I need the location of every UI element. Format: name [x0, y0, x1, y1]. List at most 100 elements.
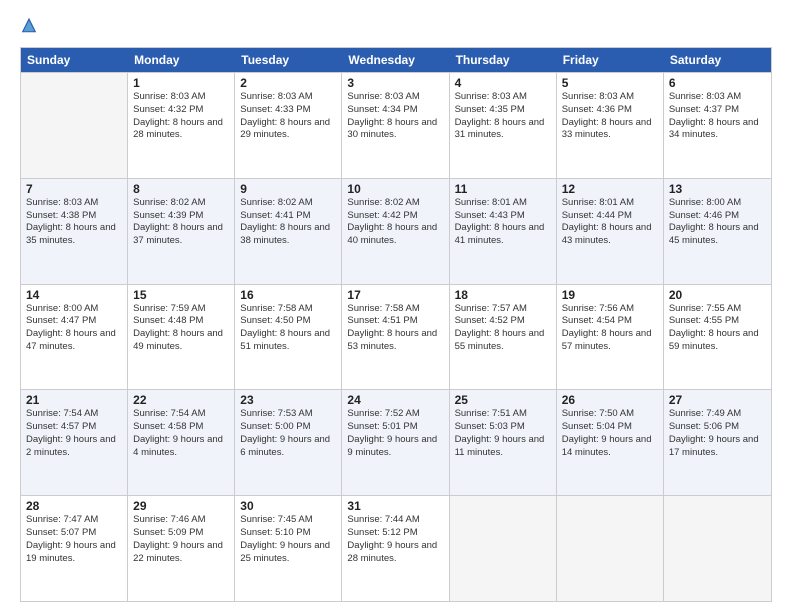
calendar-cell: 30Sunrise: 7:45 AMSunset: 5:10 PMDayligh… — [235, 496, 342, 601]
calendar-cell: 10Sunrise: 8:02 AMSunset: 4:42 PMDayligh… — [342, 179, 449, 284]
calendar-cell: 21Sunrise: 7:54 AMSunset: 4:57 PMDayligh… — [21, 390, 128, 495]
calendar-cell: 29Sunrise: 7:46 AMSunset: 5:09 PMDayligh… — [128, 496, 235, 601]
cell-info: Sunrise: 7:57 AMSunset: 4:52 PMDaylight:… — [455, 303, 551, 354]
cell-info: Sunrise: 8:03 AMSunset: 4:38 PMDaylight:… — [26, 197, 122, 248]
calendar-cell: 1Sunrise: 8:03 AMSunset: 4:32 PMDaylight… — [128, 73, 235, 178]
cell-info: Sunrise: 7:59 AMSunset: 4:48 PMDaylight:… — [133, 303, 229, 354]
calendar-cell: 2Sunrise: 8:03 AMSunset: 4:33 PMDaylight… — [235, 73, 342, 178]
header-day-wednesday: Wednesday — [342, 48, 449, 72]
calendar-cell: 14Sunrise: 8:00 AMSunset: 4:47 PMDayligh… — [21, 285, 128, 390]
cell-info: Sunrise: 7:56 AMSunset: 4:54 PMDaylight:… — [562, 303, 658, 354]
cell-date: 7 — [26, 182, 122, 196]
calendar-row-4: 21Sunrise: 7:54 AMSunset: 4:57 PMDayligh… — [21, 389, 771, 495]
cell-date: 25 — [455, 393, 551, 407]
calendar-cell: 8Sunrise: 8:02 AMSunset: 4:39 PMDaylight… — [128, 179, 235, 284]
calendar-cell: 15Sunrise: 7:59 AMSunset: 4:48 PMDayligh… — [128, 285, 235, 390]
cell-info: Sunrise: 8:03 AMSunset: 4:37 PMDaylight:… — [669, 91, 766, 142]
cell-date: 2 — [240, 76, 336, 90]
cell-date: 28 — [26, 499, 122, 513]
calendar-cell: 11Sunrise: 8:01 AMSunset: 4:43 PMDayligh… — [450, 179, 557, 284]
calendar-cell: 7Sunrise: 8:03 AMSunset: 4:38 PMDaylight… — [21, 179, 128, 284]
cell-info: Sunrise: 7:49 AMSunset: 5:06 PMDaylight:… — [669, 408, 766, 459]
cell-info: Sunrise: 8:01 AMSunset: 4:44 PMDaylight:… — [562, 197, 658, 248]
cell-date: 18 — [455, 288, 551, 302]
calendar-cell: 22Sunrise: 7:54 AMSunset: 4:58 PMDayligh… — [128, 390, 235, 495]
cell-info: Sunrise: 8:02 AMSunset: 4:42 PMDaylight:… — [347, 197, 443, 248]
cell-info: Sunrise: 8:02 AMSunset: 4:41 PMDaylight:… — [240, 197, 336, 248]
calendar-cell: 24Sunrise: 7:52 AMSunset: 5:01 PMDayligh… — [342, 390, 449, 495]
cell-info: Sunrise: 7:54 AMSunset: 4:58 PMDaylight:… — [133, 408, 229, 459]
calendar-header: SundayMondayTuesdayWednesdayThursdayFrid… — [21, 48, 771, 72]
header-day-sunday: Sunday — [21, 48, 128, 72]
calendar-row-5: 28Sunrise: 7:47 AMSunset: 5:07 PMDayligh… — [21, 495, 771, 601]
calendar-cell: 17Sunrise: 7:58 AMSunset: 4:51 PMDayligh… — [342, 285, 449, 390]
cell-date: 21 — [26, 393, 122, 407]
calendar-cell: 6Sunrise: 8:03 AMSunset: 4:37 PMDaylight… — [664, 73, 771, 178]
calendar-cell: 12Sunrise: 8:01 AMSunset: 4:44 PMDayligh… — [557, 179, 664, 284]
cell-info: Sunrise: 8:01 AMSunset: 4:43 PMDaylight:… — [455, 197, 551, 248]
cell-date: 14 — [26, 288, 122, 302]
cell-info: Sunrise: 7:44 AMSunset: 5:12 PMDaylight:… — [347, 514, 443, 565]
calendar-cell: 4Sunrise: 8:03 AMSunset: 4:35 PMDaylight… — [450, 73, 557, 178]
calendar-cell: 18Sunrise: 7:57 AMSunset: 4:52 PMDayligh… — [450, 285, 557, 390]
cell-info: Sunrise: 8:00 AMSunset: 4:47 PMDaylight:… — [26, 303, 122, 354]
cell-info: Sunrise: 7:52 AMSunset: 5:01 PMDaylight:… — [347, 408, 443, 459]
cell-info: Sunrise: 7:47 AMSunset: 5:07 PMDaylight:… — [26, 514, 122, 565]
cell-date: 15 — [133, 288, 229, 302]
cell-date: 22 — [133, 393, 229, 407]
calendar-cell: 20Sunrise: 7:55 AMSunset: 4:55 PMDayligh… — [664, 285, 771, 390]
cell-date: 31 — [347, 499, 443, 513]
cell-date: 20 — [669, 288, 766, 302]
cell-info: Sunrise: 7:51 AMSunset: 5:03 PMDaylight:… — [455, 408, 551, 459]
cell-date: 12 — [562, 182, 658, 196]
cell-date: 13 — [669, 182, 766, 196]
calendar-cell — [21, 73, 128, 178]
calendar-cell: 19Sunrise: 7:56 AMSunset: 4:54 PMDayligh… — [557, 285, 664, 390]
calendar-cell: 26Sunrise: 7:50 AMSunset: 5:04 PMDayligh… — [557, 390, 664, 495]
cell-date: 30 — [240, 499, 336, 513]
cell-date: 1 — [133, 76, 229, 90]
calendar-cell: 27Sunrise: 7:49 AMSunset: 5:06 PMDayligh… — [664, 390, 771, 495]
cell-date: 29 — [133, 499, 229, 513]
cell-date: 5 — [562, 76, 658, 90]
cell-date: 9 — [240, 182, 336, 196]
logo-icon — [20, 16, 38, 34]
header-day-friday: Friday — [557, 48, 664, 72]
logo — [20, 16, 42, 39]
cell-date: 27 — [669, 393, 766, 407]
cell-date: 17 — [347, 288, 443, 302]
cell-info: Sunrise: 8:00 AMSunset: 4:46 PMDaylight:… — [669, 197, 766, 248]
calendar-cell — [450, 496, 557, 601]
calendar-cell: 28Sunrise: 7:47 AMSunset: 5:07 PMDayligh… — [21, 496, 128, 601]
calendar-cell — [664, 496, 771, 601]
calendar-cell: 5Sunrise: 8:03 AMSunset: 4:36 PMDaylight… — [557, 73, 664, 178]
cell-date: 10 — [347, 182, 443, 196]
cell-info: Sunrise: 8:03 AMSunset: 4:33 PMDaylight:… — [240, 91, 336, 142]
calendar-cell: 25Sunrise: 7:51 AMSunset: 5:03 PMDayligh… — [450, 390, 557, 495]
header-day-saturday: Saturday — [664, 48, 771, 72]
cell-info: Sunrise: 7:45 AMSunset: 5:10 PMDaylight:… — [240, 514, 336, 565]
calendar-cell: 23Sunrise: 7:53 AMSunset: 5:00 PMDayligh… — [235, 390, 342, 495]
calendar-cell: 13Sunrise: 8:00 AMSunset: 4:46 PMDayligh… — [664, 179, 771, 284]
cell-date: 23 — [240, 393, 336, 407]
cell-date: 11 — [455, 182, 551, 196]
page: SundayMondayTuesdayWednesdayThursdayFrid… — [0, 0, 792, 612]
cell-info: Sunrise: 7:53 AMSunset: 5:00 PMDaylight:… — [240, 408, 336, 459]
calendar-row-1: 1Sunrise: 8:03 AMSunset: 4:32 PMDaylight… — [21, 72, 771, 178]
cell-date: 24 — [347, 393, 443, 407]
cell-info: Sunrise: 8:03 AMSunset: 4:32 PMDaylight:… — [133, 91, 229, 142]
cell-info: Sunrise: 8:03 AMSunset: 4:35 PMDaylight:… — [455, 91, 551, 142]
header-day-thursday: Thursday — [450, 48, 557, 72]
cell-date: 8 — [133, 182, 229, 196]
header — [20, 16, 772, 39]
calendar: SundayMondayTuesdayWednesdayThursdayFrid… — [20, 47, 772, 602]
cell-info: Sunrise: 7:58 AMSunset: 4:50 PMDaylight:… — [240, 303, 336, 354]
cell-info: Sunrise: 7:54 AMSunset: 4:57 PMDaylight:… — [26, 408, 122, 459]
cell-info: Sunrise: 7:58 AMSunset: 4:51 PMDaylight:… — [347, 303, 443, 354]
calendar-row-2: 7Sunrise: 8:03 AMSunset: 4:38 PMDaylight… — [21, 178, 771, 284]
cell-info: Sunrise: 7:55 AMSunset: 4:55 PMDaylight:… — [669, 303, 766, 354]
cell-date: 19 — [562, 288, 658, 302]
header-day-tuesday: Tuesday — [235, 48, 342, 72]
calendar-cell — [557, 496, 664, 601]
cell-info: Sunrise: 8:03 AMSunset: 4:34 PMDaylight:… — [347, 91, 443, 142]
